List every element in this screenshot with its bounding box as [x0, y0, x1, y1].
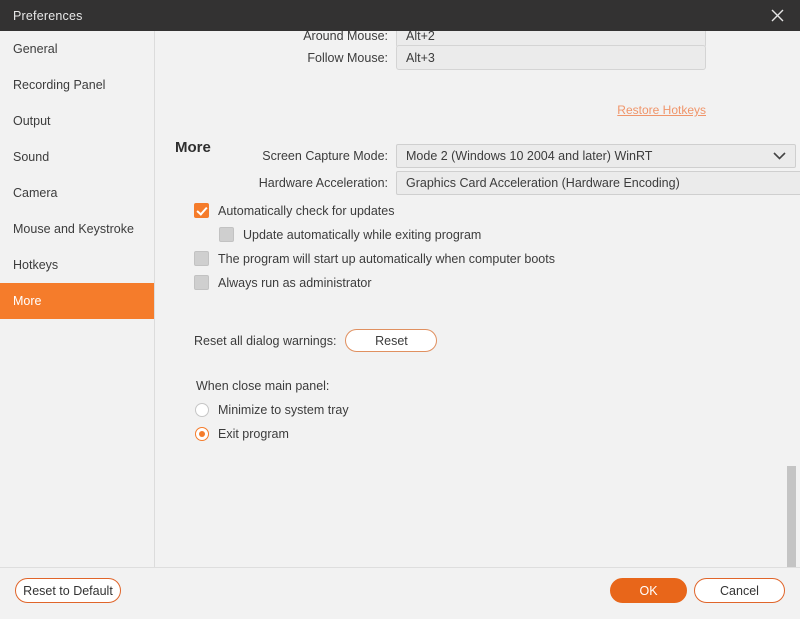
screen-capture-mode-dropdown[interactable]: Mode 2 (Windows 10 2004 and later) WinRT [396, 144, 796, 168]
reset-button[interactable]: Reset [345, 329, 438, 352]
hardware-acceleration-row: Hardware Acceleration: Graphics Card Acc… [231, 171, 800, 195]
hardware-acceleration-value: Graphics Card Acceleration (Hardware Enc… [406, 176, 680, 190]
checkbox-label: Automatically check for updates [218, 203, 395, 218]
sidebar-item-recording-panel[interactable]: Recording Panel [0, 67, 154, 103]
section-title-more: More [175, 139, 211, 156]
checkbox-update-while-exiting[interactable]: Update automatically while exiting progr… [219, 227, 481, 242]
screen-capture-mode-row: Screen Capture Mode: Mode 2 (Windows 10 … [231, 144, 800, 168]
preferences-window: Preferences General Recording Panel Outp… [0, 0, 800, 619]
scrollbar-thumb[interactable] [787, 466, 796, 570]
checkbox-label: Update automatically while exiting progr… [243, 227, 482, 242]
checkbox-icon [194, 275, 209, 290]
around-mouse-label: Around Mouse: [303, 31, 388, 43]
sidebar-item-general[interactable]: General [0, 31, 154, 67]
sidebar-item-label: Recording Panel [13, 78, 106, 92]
checkbox-label: The program will start up automatically … [218, 251, 555, 266]
checkbox-auto-check-updates[interactable]: Automatically check for updates [194, 203, 394, 218]
sidebar-item-label: General [13, 42, 58, 56]
checkbox-icon [194, 203, 209, 218]
follow-mouse-input[interactable]: Alt+3 [396, 45, 706, 70]
close-icon[interactable] [754, 0, 800, 31]
radio-label: Exit program [218, 427, 289, 441]
sidebar-item-label: Camera [13, 186, 58, 200]
sidebar-item-label: Sound [13, 150, 50, 164]
hardware-acceleration-label: Hardware Acceleration: [258, 176, 388, 190]
checkbox-label: Always run as administrator [218, 275, 372, 290]
radio-label: Minimize to system tray [218, 403, 349, 417]
sidebar: General Recording Panel Output Sound Cam… [0, 31, 155, 567]
radio-icon [195, 427, 209, 441]
sidebar-item-label: Hotkeys [13, 258, 59, 272]
chevron-down-icon [773, 149, 786, 163]
sidebar-item-more[interactable]: More [0, 283, 154, 319]
sidebar-item-output[interactable]: Output [0, 103, 154, 139]
cancel-button[interactable]: Cancel [694, 578, 785, 603]
follow-mouse-row: Follow Mouse: Alt+3 [231, 45, 706, 70]
sidebar-item-label: More [13, 294, 42, 308]
ok-button[interactable]: OK [610, 578, 687, 603]
reset-dialog-warnings-row: Reset all dialog warnings: Reset [194, 329, 438, 352]
checkbox-start-on-boot[interactable]: The program will start up automatically … [194, 251, 555, 266]
checkbox-icon [219, 227, 234, 242]
radio-exit-program[interactable]: Exit program [195, 427, 289, 441]
sidebar-item-label: Output [13, 114, 51, 128]
screen-capture-mode-value: Mode 2 (Windows 10 2004 and later) WinRT [406, 149, 653, 163]
sidebar-item-label: Mouse and Keystroke [13, 222, 134, 236]
checkbox-icon [194, 251, 209, 266]
reset-dialog-warnings-label: Reset all dialog warnings: [194, 333, 337, 348]
checkbox-run-as-administrator[interactable]: Always run as administrator [194, 275, 372, 290]
titlebar: Preferences [0, 0, 800, 31]
restore-hotkeys-link[interactable]: Restore Hotkeys [617, 103, 706, 117]
radio-minimize-to-system-tray[interactable]: Minimize to system tray [195, 403, 349, 417]
content-panel: Around Mouse: Alt+2 Follow Mouse: Alt+3 … [156, 31, 800, 567]
screen-capture-mode-label: Screen Capture Mode: [262, 149, 388, 163]
close-panel-label: When close main panel: [196, 379, 330, 393]
sidebar-item-camera[interactable]: Camera [0, 175, 154, 211]
follow-mouse-label: Follow Mouse: [307, 50, 388, 65]
sidebar-item-mouse-and-keystroke[interactable]: Mouse and Keystroke [0, 211, 154, 247]
radio-icon [195, 403, 209, 417]
reset-to-default-button[interactable]: Reset to Default [15, 578, 121, 603]
hardware-acceleration-dropdown[interactable]: Graphics Card Acceleration (Hardware Enc… [396, 171, 800, 195]
sidebar-item-hotkeys[interactable]: Hotkeys [0, 247, 154, 283]
sidebar-item-sound[interactable]: Sound [0, 139, 154, 175]
window-title: Preferences [13, 8, 83, 23]
